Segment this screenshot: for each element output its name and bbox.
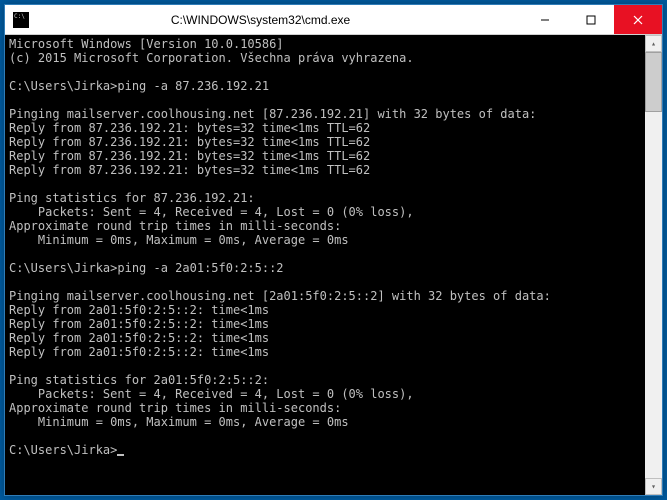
scroll-down-button[interactable]: ▾: [645, 478, 662, 495]
terminal-line: Packets: Sent = 4, Received = 4, Lost = …: [9, 387, 641, 401]
close-button[interactable]: [614, 5, 662, 34]
terminal-line: Reply from 87.236.192.21: bytes=32 time<…: [9, 163, 641, 177]
scroll-track[interactable]: [645, 52, 662, 478]
terminal-line: Ping statistics for 87.236.192.21:: [9, 191, 641, 205]
terminal-content[interactable]: Microsoft Windows [Version 10.0.10586](c…: [5, 35, 645, 495]
minimize-button[interactable]: [522, 5, 568, 34]
terminal-line: Reply from 2a01:5f0:2:5::2: time<1ms: [9, 345, 641, 359]
terminal-line: Pinging mailserver.coolhousing.net [87.2…: [9, 107, 641, 121]
terminal-line: [9, 177, 641, 191]
terminal-line: [9, 247, 641, 261]
terminal-line: C:\Users\Jirka>ping -a 87.236.192.21: [9, 79, 641, 93]
terminal-line: C:\Users\Jirka>: [9, 443, 641, 457]
terminal-line: Reply from 87.236.192.21: bytes=32 time<…: [9, 121, 641, 135]
terminal-line: [9, 275, 641, 289]
maximize-button[interactable]: [568, 5, 614, 34]
terminal-line: Reply from 2a01:5f0:2:5::2: time<1ms: [9, 317, 641, 331]
terminal-line: [9, 65, 641, 79]
terminal-line: Minimum = 0ms, Maximum = 0ms, Average = …: [9, 233, 641, 247]
terminal-line: Minimum = 0ms, Maximum = 0ms, Average = …: [9, 415, 641, 429]
scroll-up-button[interactable]: ▴: [645, 35, 662, 52]
scrollbar[interactable]: ▴ ▾: [645, 35, 662, 495]
terminal-line: Reply from 2a01:5f0:2:5::2: time<1ms: [9, 303, 641, 317]
terminal-line: [9, 93, 641, 107]
cmd-icon: [13, 12, 29, 28]
terminal-line: Reply from 87.236.192.21: bytes=32 time<…: [9, 149, 641, 163]
terminal-line: Approximate round trip times in milli-se…: [9, 401, 641, 415]
terminal-line: (c) 2015 Microsoft Corporation. Všechna …: [9, 51, 641, 65]
terminal-area[interactable]: Microsoft Windows [Version 10.0.10586](c…: [5, 35, 662, 495]
terminal-line: Reply from 2a01:5f0:2:5::2: time<1ms: [9, 331, 641, 345]
terminal-line: [9, 359, 641, 373]
cursor: [117, 454, 124, 456]
terminal-line: Pinging mailserver.coolhousing.net [2a01…: [9, 289, 641, 303]
terminal-line: Microsoft Windows [Version 10.0.10586]: [9, 37, 641, 51]
cmd-window: C:\WINDOWS\system32\cmd.exe Microsoft Wi…: [4, 4, 663, 496]
terminal-line: Approximate round trip times in milli-se…: [9, 219, 641, 233]
window-controls: [522, 5, 662, 34]
terminal-line: [9, 429, 641, 443]
terminal-line: Ping statistics for 2a01:5f0:2:5::2:: [9, 373, 641, 387]
terminal-line: C:\Users\Jirka>ping -a 2a01:5f0:2:5::2: [9, 261, 641, 275]
terminal-line: Packets: Sent = 4, Received = 4, Lost = …: [9, 205, 641, 219]
terminal-line: Reply from 87.236.192.21: bytes=32 time<…: [9, 135, 641, 149]
window-title: C:\WINDOWS\system32\cmd.exe: [29, 13, 522, 27]
titlebar[interactable]: C:\WINDOWS\system32\cmd.exe: [5, 5, 662, 35]
scroll-thumb[interactable]: [645, 52, 662, 112]
